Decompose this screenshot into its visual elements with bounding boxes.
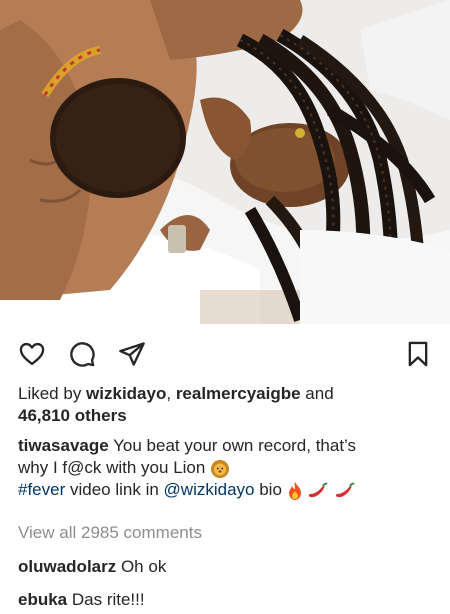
comment-username[interactable]: ebuka [18,590,67,609]
chili-pepper-emoji-icon [309,482,329,497]
heart-outline-icon[interactable] [18,340,46,368]
photo-illustration [0,0,450,324]
hashtag-link[interactable]: #fever [18,480,65,499]
liker-username-1[interactable]: wizkidayo [86,384,166,403]
mention-link[interactable]: @wizkidayo [164,480,255,499]
likes-count-link[interactable]: 46,810 others [18,406,127,425]
comment-username[interactable]: oluwadolarz [18,557,116,576]
action-bar [0,324,450,380]
caption-text-line2: why I f@ck with you Lion [18,458,206,477]
comment-text: Oh ok [116,557,167,576]
likes-prefix: Liked by [18,384,87,403]
comment-item: ebuka Das rite!!! [18,589,438,611]
caption-username[interactable]: tiwasavage [18,436,109,455]
likes-separator: , [166,384,176,403]
post-photo[interactable] [0,0,450,324]
caption-text-mid: video link in [65,480,164,499]
paper-plane-icon[interactable] [118,340,146,368]
instagram-post: Liked by wizkidayo, realmercyaigbe and 4… [0,0,450,614]
comment-item: oluwadolarz Oh ok [18,556,438,578]
post-caption: tiwasavage You beat your own record, tha… [18,435,438,501]
chili-pepper-emoji-icon-2 [336,482,355,497]
likes-and: and [300,384,334,403]
fire-emoji-icon [288,481,301,500]
liker-username-2[interactable]: realmercyaigbe [176,384,301,403]
caption-text-end: bio [254,480,282,499]
bookmark-icon[interactable] [404,340,432,368]
comment-bubble-icon[interactable] [68,340,96,368]
view-all-comments-link[interactable]: View all 2985 comments [18,522,438,544]
caption-text-line1: You beat your own record, that’s [108,436,357,455]
likes-summary: Liked by wizkidayo, realmercyaigbe and 4… [18,383,438,427]
comment-text: Das rite!!! [67,590,145,609]
lion-emoji-icon [211,459,230,478]
